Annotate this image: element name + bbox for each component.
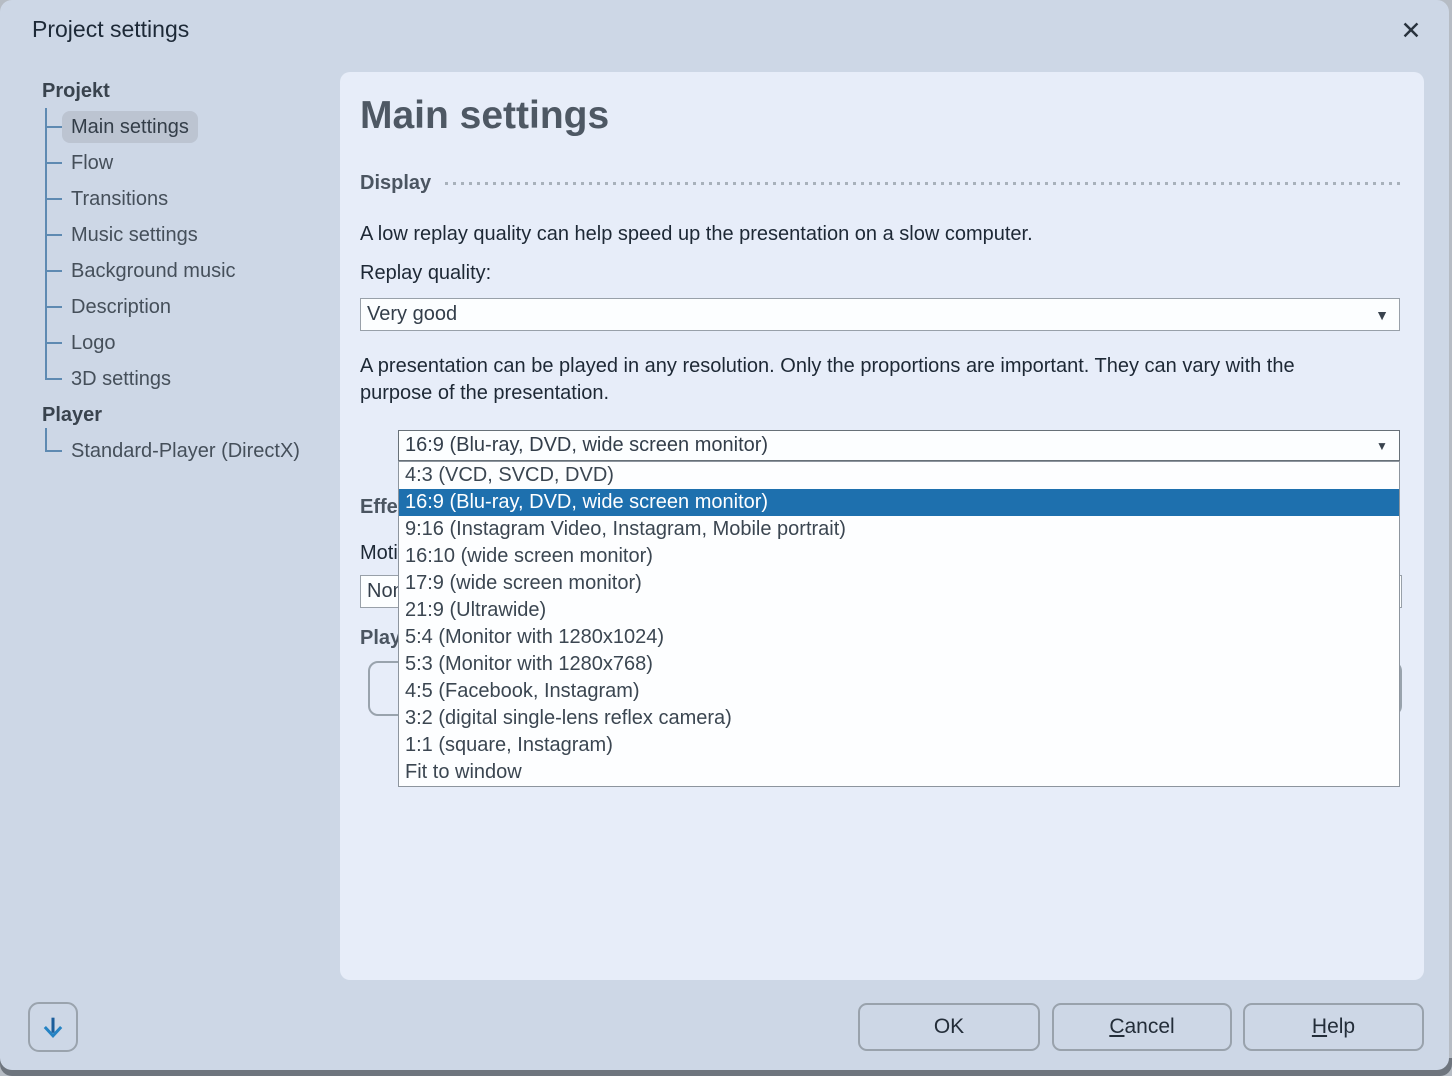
help-button-label: elp: [1327, 1015, 1355, 1038]
replay-quality-select[interactable]: Very good ▼: [360, 298, 1400, 331]
sidebar-section-player: Player: [42, 400, 102, 430]
aspect-option-16-9[interactable]: 16:9 (Blu-ray, DVD, wide screen monitor): [399, 489, 1399, 516]
sidebar-item-transitions[interactable]: Transitions: [62, 183, 177, 215]
sidebar-section-projekt: Projekt: [42, 76, 110, 106]
ok-button[interactable]: OK: [858, 1003, 1040, 1051]
down-arrow-icon: [39, 1013, 67, 1041]
aspect-option-3-2[interactable]: 3:2 (digital single-lens reflex camera): [399, 705, 1399, 732]
sidebar-item-description[interactable]: Description: [62, 291, 180, 323]
sidebar-item-music-settings[interactable]: Music settings: [62, 219, 207, 251]
sidebar-item-standard-player[interactable]: Standard-Player (DirectX): [62, 435, 309, 467]
aspect-option-9-16[interactable]: 9:16 (Instagram Video, Instagram, Mobile…: [399, 516, 1399, 543]
chevron-down-icon: ▼: [1365, 439, 1399, 453]
scroll-down-button[interactable]: [28, 1002, 78, 1052]
aspect-ratio-value: 16:9 (Blu-ray, DVD, wide screen monitor): [399, 434, 1365, 457]
display-section-label: Display: [360, 172, 431, 195]
aspect-option-4-3[interactable]: 4:3 (VCD, SVCD, DVD): [399, 462, 1399, 489]
sidebar-item-3d-settings[interactable]: 3D settings: [62, 363, 180, 395]
playback-section-label: Play: [360, 627, 401, 650]
close-icon[interactable]: ✕: [1394, 14, 1428, 48]
display-section-header: Display: [360, 171, 1404, 195]
cancel-button-label: ancel: [1124, 1015, 1174, 1038]
replay-quality-value: Very good: [361, 303, 1365, 326]
aspect-option-fit-to-window[interactable]: Fit to window: [399, 759, 1399, 786]
aspect-option-16-10[interactable]: 16:10 (wide screen monitor): [399, 543, 1399, 570]
ok-button-label: OK: [934, 1015, 964, 1038]
aspect-option-4-5[interactable]: 4:5 (Facebook, Instagram): [399, 678, 1399, 705]
project-settings-dialog: Project settings ✕ Projekt Main settings…: [0, 0, 1449, 1070]
chevron-down-icon: ▼: [1365, 307, 1399, 323]
tree-line: [45, 428, 47, 452]
aspect-option-5-4[interactable]: 5:4 (Monitor with 1280x1024): [399, 624, 1399, 651]
aspect-option-17-9[interactable]: 17:9 (wide screen monitor): [399, 570, 1399, 597]
cancel-button-accesskey: C: [1109, 1015, 1124, 1038]
replay-quality-label: Replay quality:: [360, 262, 491, 285]
cancel-button[interactable]: Cancel: [1052, 1003, 1232, 1051]
window-title: Project settings: [32, 16, 189, 43]
tree-line: [45, 108, 47, 380]
motion-label: Moti: [360, 542, 398, 565]
help-button-accesskey: H: [1312, 1015, 1327, 1038]
sidebar-item-flow[interactable]: Flow: [62, 147, 122, 179]
page-title: Main settings: [360, 94, 609, 138]
help-button[interactable]: Help: [1243, 1003, 1424, 1051]
aspect-ratio-select[interactable]: 16:9 (Blu-ray, DVD, wide screen monitor)…: [398, 430, 1400, 461]
effects-section-label: Effe: [360, 496, 398, 519]
resolution-hint: A presentation can be played in any reso…: [360, 353, 1368, 407]
replay-quality-hint: A low replay quality can help speed up t…: [360, 221, 1400, 248]
aspect-option-21-9[interactable]: 21:9 (Ultrawide): [399, 597, 1399, 624]
section-divider: [445, 182, 1404, 185]
sidebar-item-logo[interactable]: Logo: [62, 327, 125, 359]
aspect-option-1-1[interactable]: 1:1 (square, Instagram): [399, 732, 1399, 759]
aspect-option-5-3[interactable]: 5:3 (Monitor with 1280x768): [399, 651, 1399, 678]
sidebar-item-background-music[interactable]: Background music: [62, 255, 245, 287]
aspect-ratio-dropdown-list: 4:3 (VCD, SVCD, DVD) 16:9 (Blu-ray, DVD,…: [398, 461, 1400, 787]
main-settings-panel: Main settings Display A low replay quali…: [340, 72, 1424, 980]
sidebar-item-main-settings[interactable]: Main settings: [62, 111, 198, 143]
